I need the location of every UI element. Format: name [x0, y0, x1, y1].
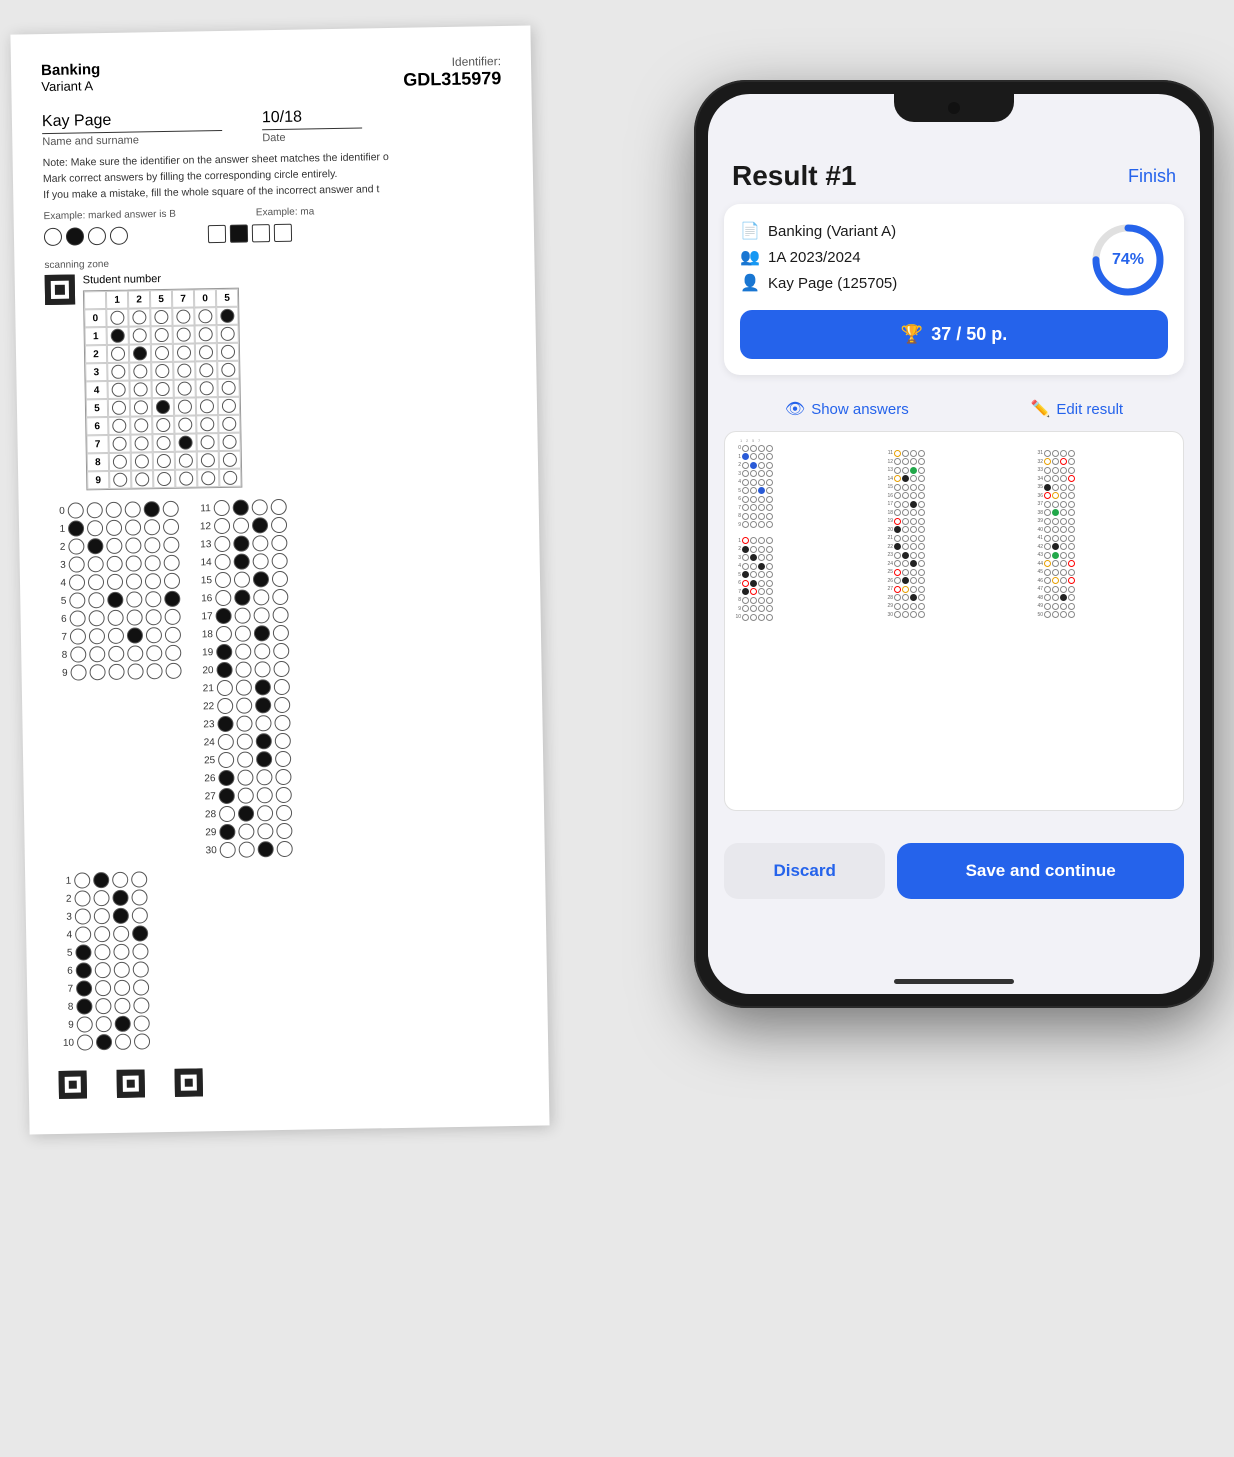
qr-mark-top [45, 275, 76, 306]
sheet-variant: Variant A [41, 78, 100, 94]
trophy-icon: 🏆 [901, 324, 923, 345]
result-card: 📄 Banking (Variant A) 👥 1A 2023/2024 👤 K… [724, 204, 1184, 375]
student-number-label: Student number [83, 272, 239, 287]
show-answers-label: Show answers [811, 401, 909, 418]
progress-circle: 74% [1088, 220, 1168, 300]
app-title: Result #1 [732, 160, 857, 192]
example1-label: Example: marked answer is B [44, 209, 176, 222]
date-field: 10/18 [262, 108, 362, 131]
phone-frame: Result #1 Finish 📄 Banking (Variant A) 👥… [694, 80, 1214, 1008]
document-icon: 📄 [740, 221, 760, 241]
student-number-grid: 1 2 5 7 0 5 0 1 2 3 4 5 6 7 8 9 [83, 288, 242, 491]
answer-col-0-9: 0 1 2 3 4 5 6 7 8 9 [49, 501, 185, 861]
discard-button[interactable]: Discard [724, 843, 885, 899]
bubble-sq-C [252, 224, 270, 242]
show-answers-button[interactable]: 👁 Show answers [785, 399, 909, 419]
qr-footer-1 [59, 1071, 87, 1099]
name-label: Name and surname [42, 133, 222, 148]
group-icon: 👥 [740, 247, 760, 267]
id-value: GDL315979 [403, 68, 501, 91]
sheet-title: Banking [41, 61, 100, 79]
bubble-sq-A [208, 225, 226, 243]
note-text: Note: Make sure the identifier on the an… [43, 148, 504, 203]
score-bar: 🏆 37 / 50 p. [740, 310, 1168, 359]
bubble-A [44, 228, 62, 246]
bottom-actions: Discard Save and continue [708, 827, 1200, 959]
bubble-B [66, 228, 84, 246]
home-indicator[interactable] [894, 979, 1014, 984]
action-row: 👁 Show answers ✏️ Edit result [724, 387, 1184, 431]
bubble-sq-B [230, 225, 248, 243]
app-header: Result #1 Finish [708, 144, 1200, 204]
subject-text: Banking (Variant A) [768, 223, 896, 240]
finish-button[interactable]: Finish [1128, 166, 1176, 187]
phone-screen: Result #1 Finish 📄 Banking (Variant A) 👥… [708, 94, 1200, 994]
edit-result-button[interactable]: ✏️ Edit result [1030, 399, 1123, 419]
example2-label: Example: ma [256, 207, 315, 219]
bubble-C [88, 227, 106, 245]
student-text: Kay Page (125705) [768, 275, 897, 292]
bubble-sq-D [274, 224, 292, 242]
eye-icon: 👁 [785, 399, 805, 419]
percent-text: 74% [1112, 251, 1144, 269]
save-continue-button[interactable]: Save and continue [897, 843, 1184, 899]
bubble-D [110, 227, 128, 245]
date-label: Date [262, 130, 362, 144]
person-icon: 👤 [740, 273, 760, 293]
answer-col-short: 1 2 3 4 5 6 7 8 9 10 [55, 872, 150, 1052]
score-text: 37 / 50 p. [931, 324, 1007, 345]
name-field: Kay Page [42, 110, 222, 134]
phone-notch [894, 94, 1014, 122]
phone-container: Result #1 Finish 📄 Banking (Variant A) 👥… [694, 80, 1214, 1008]
pencil-icon: ✏️ [1030, 399, 1050, 419]
edit-result-label: Edit result [1056, 401, 1123, 418]
answer-col-11-30: 11 12 13 14 15 16 17 18 19 20 21 22 23 2… [195, 499, 293, 859]
class-text: 1A 2023/2024 [768, 249, 861, 266]
sheet-thumbnail: 1 2 5 7 0 1 2 3 4 5 6 7 8 [724, 431, 1184, 811]
qr-footer-2 [117, 1070, 145, 1098]
answer-sheet: Banking Variant A Identifier: GDL315979 … [10, 26, 549, 1135]
qr-footer-3 [175, 1069, 203, 1097]
